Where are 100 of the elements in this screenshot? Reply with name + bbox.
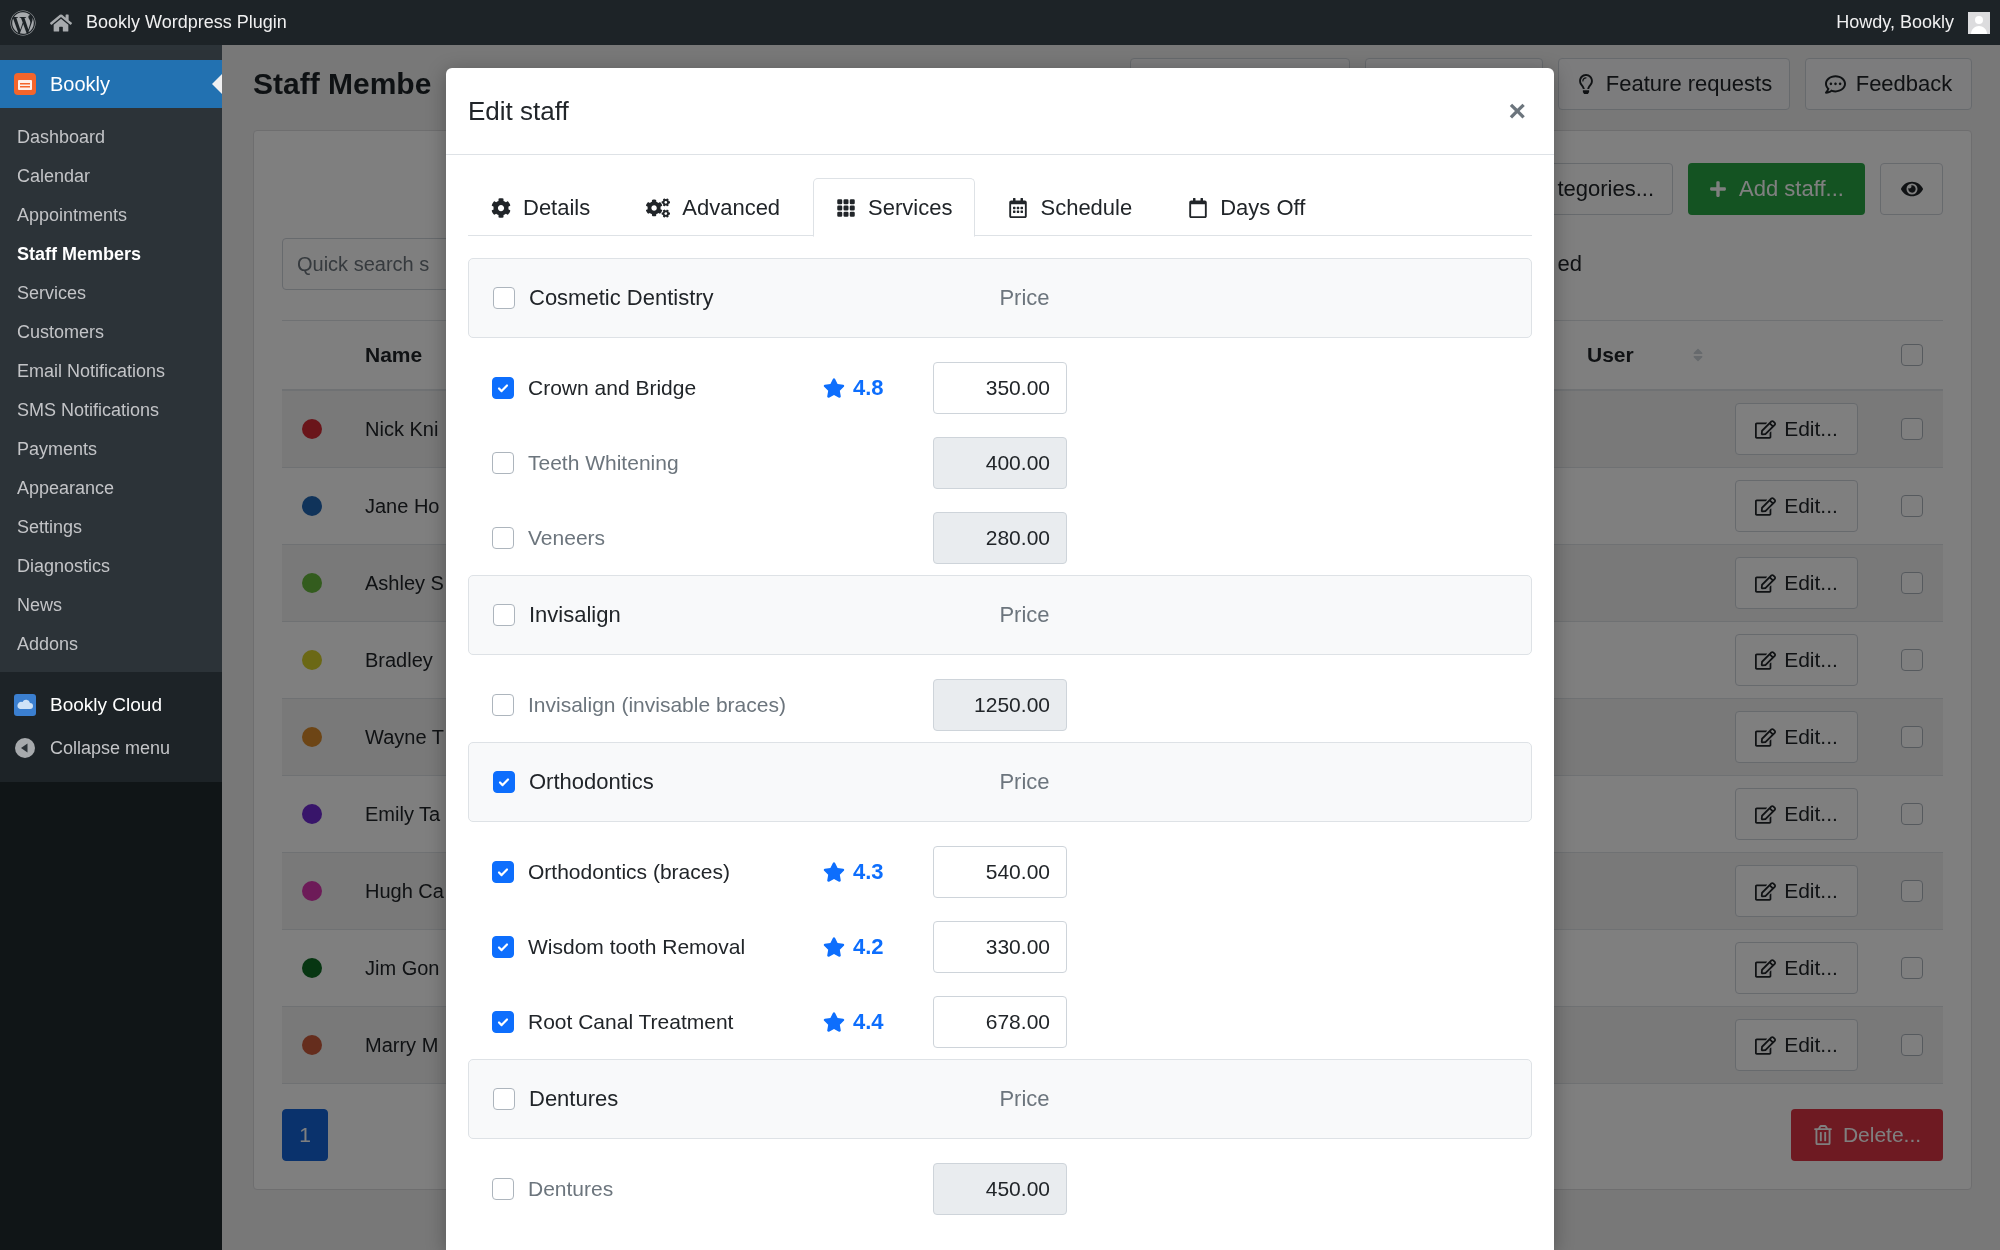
star-icon [823, 1010, 845, 1033]
checkbox[interactable] [492, 860, 514, 883]
home-icon[interactable] [50, 11, 72, 34]
select-all-checkbox[interactable] [1900, 344, 1923, 366]
avatar-icon[interactable] [1968, 11, 1990, 34]
sidebar-item[interactable]: Bookly [0, 60, 222, 108]
close-button[interactable]: × [1502, 94, 1532, 128]
category-name: Invisalign [529, 602, 621, 628]
header-button[interactable]: Feature requests [1558, 58, 1790, 110]
checkbox[interactable] [492, 1177, 514, 1200]
star-icon [823, 860, 845, 883]
price-field[interactable]: 678.00 [933, 995, 1067, 1048]
staff-name: Emily Ta [365, 802, 442, 826]
sidebar-item[interactable]: SMS Notifications [0, 391, 222, 430]
sidebar-item[interactable]: Bookly Cloud [0, 682, 222, 728]
dialog-title: Edit staff [468, 95, 569, 127]
staff-name: Hugh Ca [365, 879, 445, 903]
edit-button[interactable]: Edit... [1735, 711, 1858, 763]
row-checkbox[interactable] [1900, 495, 1923, 517]
price-field[interactable]: 350.00 [933, 361, 1067, 414]
row-checkbox[interactable] [1900, 803, 1923, 825]
rating: 4.2 [853, 933, 884, 960]
sidebar-item[interactable]: Staff Members [0, 235, 222, 274]
edit-button[interactable]: Edit... [1735, 403, 1858, 455]
edit-icon [1755, 957, 1777, 979]
edit-button[interactable]: Edit... [1735, 1019, 1858, 1071]
calendar-icon [1188, 197, 1209, 218]
price-field[interactable]: 330.00 [933, 920, 1067, 973]
sidebar-item[interactable]: Addons [0, 625, 222, 664]
service-name: Teeth Whitening [528, 450, 679, 475]
greeting[interactable]: Howdy, Bookly [1836, 12, 1954, 33]
sidebar-item[interactable]: Appointments [0, 196, 222, 235]
edit-icon [1755, 1034, 1777, 1056]
trash-icon [1812, 1125, 1833, 1145]
category-name: Dentures [529, 1086, 619, 1112]
sidebar-item[interactable]: Services [0, 274, 222, 313]
service-name: Wisdom tooth Removal [528, 934, 746, 959]
rating: 4.3 [853, 858, 884, 885]
edit-button[interactable]: Edit... [1735, 865, 1858, 917]
checkbox[interactable] [492, 935, 514, 958]
checkbox[interactable] [492, 451, 514, 474]
service-name: Dentures [528, 1176, 614, 1201]
checkbox[interactable] [493, 1088, 515, 1110]
price-header: Price [998, 1086, 1051, 1112]
edit-button[interactable]: Edit... [1735, 942, 1858, 994]
checkbox[interactable] [492, 693, 514, 716]
sidebar-item[interactable]: Payments [0, 430, 222, 469]
staff-name: Bradley [365, 648, 434, 672]
checkbox[interactable] [493, 771, 515, 793]
edit-icon [1755, 495, 1777, 517]
edit-button[interactable]: Edit... [1735, 557, 1858, 609]
staff-name: Ashley S [365, 571, 445, 595]
cloud-icon [14, 694, 36, 716]
row-checkbox[interactable] [1900, 957, 1923, 979]
edit-button[interactable]: Edit... [1735, 634, 1858, 686]
edit-icon [1755, 880, 1777, 902]
edit-button[interactable]: Edit... [1735, 788, 1858, 840]
tab[interactable]: Details [468, 178, 614, 237]
header-button[interactable]: Feedback [1805, 58, 1972, 110]
sidebar-item[interactable]: Settings [0, 508, 222, 547]
price-field[interactable]: 540.00 [933, 845, 1067, 898]
row-checkbox[interactable] [1900, 418, 1923, 440]
service-name: Orthodontics (braces) [528, 859, 730, 884]
row-checkbox[interactable] [1900, 726, 1923, 748]
gear-icon [491, 197, 511, 218]
sidebar-item[interactable]: Dashboard [0, 118, 222, 157]
site-name[interactable]: Bookly Wordpress Plugin [86, 12, 287, 33]
row-checkbox[interactable] [1900, 649, 1923, 671]
sidebar-item[interactable]: Customers [0, 313, 222, 352]
sidebar-item[interactable]: Diagnostics [0, 547, 222, 586]
sidebar-item[interactable]: News [0, 586, 222, 625]
tab[interactable]: Advanced [623, 178, 804, 237]
sidebar-item[interactable]: Calendar [0, 157, 222, 196]
edit-button[interactable]: Edit... [1735, 480, 1858, 532]
tab[interactable]: Days Off [1165, 178, 1329, 237]
row-checkbox[interactable] [1900, 880, 1923, 902]
staff-name: Jim Gon [365, 956, 441, 980]
service-name: Veneers [528, 525, 606, 550]
tab[interactable]: Services [813, 178, 976, 237]
checkbox[interactable] [492, 1010, 514, 1033]
visibility-button[interactable] [1880, 163, 1943, 215]
page-title: Staff Membe [253, 67, 433, 101]
collapse-menu-button[interactable]: Collapse menu [0, 728, 222, 768]
row-checkbox[interactable] [1900, 1034, 1923, 1056]
price-header: Price [998, 769, 1051, 795]
checkbox[interactable] [492, 526, 514, 549]
checkbox[interactable] [493, 604, 515, 626]
column-header[interactable]: User [1587, 343, 1634, 367]
row-checkbox[interactable] [1900, 572, 1923, 594]
rating: 4.8 [853, 374, 884, 401]
sidebar-item[interactable]: Appearance [0, 469, 222, 508]
staff-name: Jane Ho [365, 494, 441, 518]
plus-icon [1709, 180, 1728, 198]
staff-name: Marry M [365, 1033, 440, 1057]
price-header: Price [998, 285, 1051, 311]
sidebar-item[interactable]: Email Notifications [0, 352, 222, 391]
wordpress-logo-icon[interactable] [10, 9, 36, 36]
checkbox[interactable] [493, 287, 515, 309]
tab[interactable]: Schedule [985, 178, 1156, 237]
checkbox[interactable] [492, 376, 514, 399]
